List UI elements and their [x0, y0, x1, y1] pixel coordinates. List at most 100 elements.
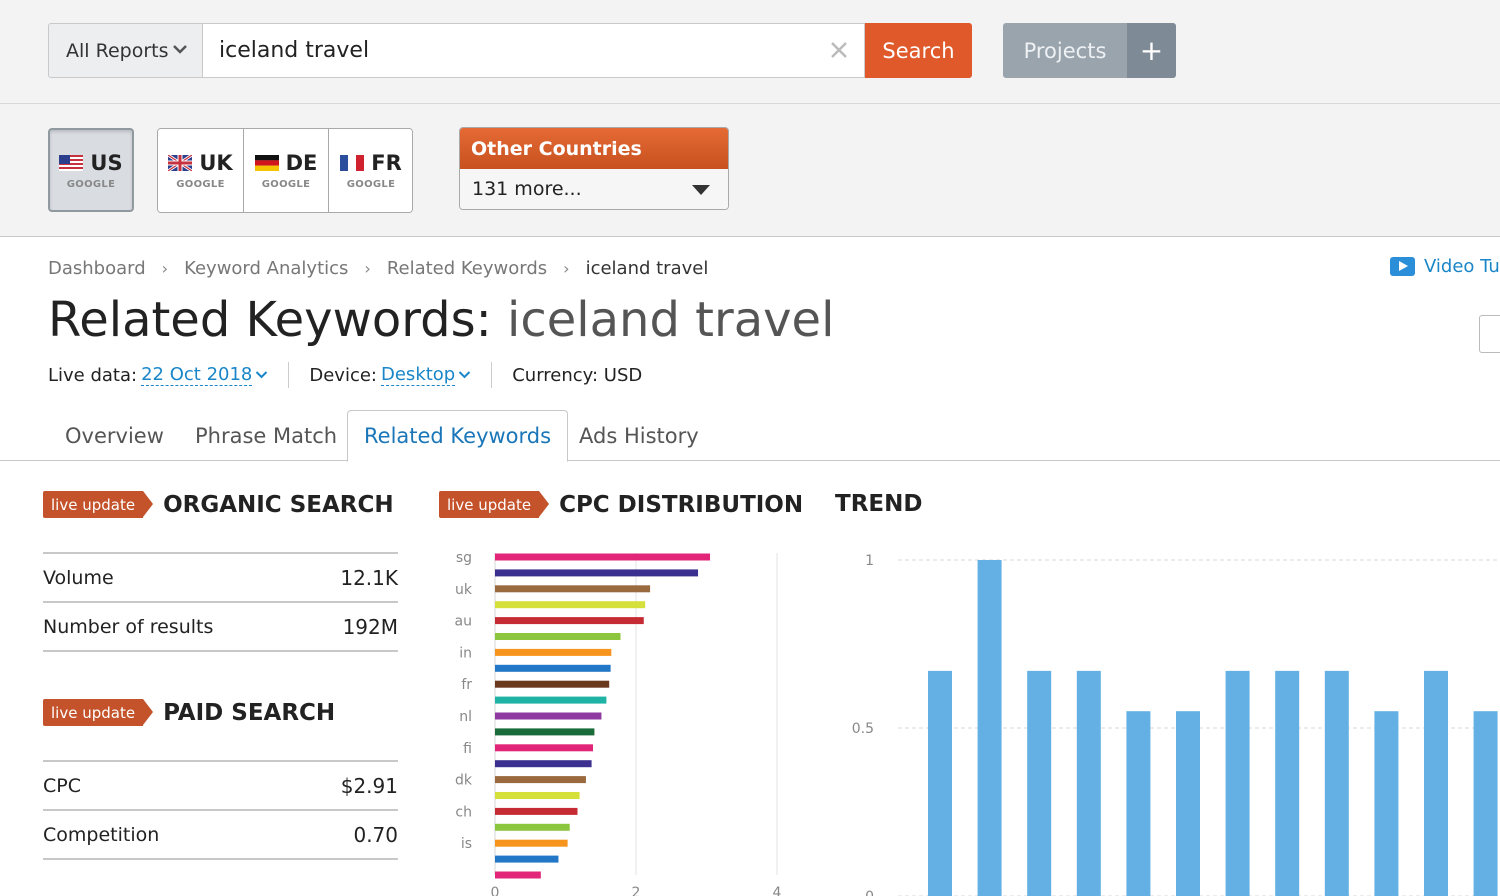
tab-phrase-match[interactable]: Phrase Match: [195, 410, 337, 461]
projects-button[interactable]: Projects: [1003, 23, 1127, 78]
cpc-bar: [495, 728, 595, 736]
x-tick-label: 4: [773, 885, 782, 896]
paid-search-title: PAID SEARCH: [163, 699, 336, 726]
tab-related-keywords[interactable]: Related Keywords: [347, 410, 569, 462]
cpc-bar: [495, 633, 621, 640]
other-countries-dropdown[interactable]: Other Countries 131 more...: [459, 127, 729, 210]
other-countries-select[interactable]: 131 more...: [460, 169, 728, 209]
stat-row-volume: Volume 12.1K: [43, 554, 398, 603]
cpc-bar: [495, 664, 611, 672]
trend-bar: [1473, 711, 1498, 896]
cpc-bar: [495, 553, 711, 561]
breadcrumb-separator-icon: ›: [563, 259, 570, 278]
cpc-distribution-chart: 0 2 4 sg uk au in fr nl fi dk ch is: [455, 550, 782, 896]
country-group: UK GOOGLE DE GOOGLE FR GOOGLE: [157, 128, 413, 213]
video-tutorial-link[interactable]: Video Tu: [1390, 256, 1500, 277]
report-tabs: Overview Phrase Match Related Keywords A…: [0, 410, 1500, 462]
stat-row-competition: Competition 0.70: [43, 811, 398, 860]
stat-value: $2.91: [340, 773, 398, 798]
tab-ads-history[interactable]: Ads History: [579, 410, 699, 461]
top-search-bar: All Reports iceland travel Search Projec…: [0, 0, 1500, 104]
stat-label: CPC: [43, 774, 81, 797]
cpc-bar: [495, 696, 607, 704]
y-tick-label: dk: [455, 773, 473, 789]
y-tick-label: 0: [865, 889, 874, 896]
cpc-bar: [495, 601, 646, 609]
stat-label: Number of results: [43, 615, 214, 638]
de-flag-icon: [254, 155, 279, 171]
us-flag-icon: [59, 154, 84, 171]
breadcrumb-related-keywords[interactable]: Related Keywords: [387, 258, 547, 279]
country-us-button[interactable]: US GOOGLE: [48, 128, 134, 212]
report-meta: Live data: 22 Oct 2018 Device: Desktop C…: [48, 362, 642, 388]
search-button[interactable]: Search: [865, 23, 972, 78]
live-update-badge: live update: [439, 491, 550, 518]
breadcrumb-keyword-analytics[interactable]: Keyword Analytics: [184, 258, 348, 279]
live-update-badge: live update: [43, 699, 154, 726]
trend-title: TREND: [835, 491, 923, 517]
device-label: Device:: [309, 364, 377, 386]
trend-bar: [1176, 711, 1200, 896]
fr-flag-icon: [340, 155, 365, 171]
cpc-bar: [495, 792, 580, 799]
live-update-badge: live update: [43, 491, 154, 518]
cpc-bar: [495, 807, 578, 815]
reports-dropdown[interactable]: All Reports: [48, 23, 203, 78]
breadcrumb: Dashboard › Keyword Analytics › Related …: [48, 258, 708, 279]
trend-bar: [1225, 670, 1250, 896]
add-project-button[interactable]: +: [1127, 23, 1176, 78]
cpc-distribution-title: CPC DISTRIBUTION: [559, 491, 804, 518]
cpc-bar: [495, 855, 559, 863]
trend-bar: [977, 560, 1002, 896]
live-data-date-selector[interactable]: 22 Oct 2018: [141, 364, 253, 386]
side-panel-button[interactable]: [1479, 315, 1500, 353]
divider: [288, 362, 290, 388]
stat-label: Volume: [43, 566, 114, 589]
currency-label: Currency: USD: [512, 364, 643, 386]
uk-flag-icon: [168, 155, 193, 171]
clear-icon[interactable]: [828, 39, 850, 61]
engine-label: GOOGLE: [261, 179, 311, 190]
country-de-button[interactable]: DE GOOGLE: [244, 129, 328, 212]
chevron-down-icon: [459, 371, 471, 379]
stat-label: Competition: [43, 823, 160, 846]
engine-label: GOOGLE: [66, 178, 116, 190]
y-tick-label: sg: [456, 550, 472, 566]
stat-value: 12.1K: [340, 565, 398, 590]
breadcrumb-separator-icon: ›: [364, 259, 371, 278]
database-selector: US GOOGLE UK GOOGLE DE GOOGLE FR GOOGLE …: [0, 104, 1500, 237]
y-tick-label: ch: [455, 804, 472, 820]
engine-label: GOOGLE: [176, 179, 225, 190]
country-code: US: [90, 150, 123, 175]
trend-bar: [1027, 670, 1052, 896]
search-input[interactable]: iceland travel: [203, 23, 865, 78]
country-code: DE: [285, 151, 318, 175]
live-data-label: Live data:: [48, 364, 138, 386]
paid-stats-table: CPC $2.91 Competition 0.70: [43, 760, 398, 860]
page-title: Related Keywords: iceland travel: [48, 292, 834, 348]
y-tick-label: uk: [455, 582, 473, 598]
y-tick-label: au: [455, 614, 472, 630]
trend-header: TREND: [835, 491, 922, 517]
trend-bar: [1424, 670, 1448, 896]
tab-overview[interactable]: Overview: [65, 410, 164, 461]
country-uk-button[interactable]: UK GOOGLE: [158, 129, 243, 212]
search-query: iceland travel: [219, 38, 370, 63]
y-tick-label: nl: [459, 709, 472, 725]
cpc-bar: [495, 617, 644, 625]
engine-label: GOOGLE: [346, 179, 396, 190]
cpc-bar: [495, 648, 612, 656]
other-countries-value: 131 more...: [472, 178, 582, 200]
country-code: UK: [199, 151, 233, 175]
breadcrumb-dashboard[interactable]: Dashboard: [48, 258, 146, 279]
device-selector[interactable]: Desktop: [381, 364, 456, 386]
y-tick-label: in: [459, 645, 472, 661]
stat-row-cpc: CPC $2.91: [43, 762, 398, 811]
y-tick-label: fr: [461, 677, 472, 693]
cpc-bar: [495, 839, 568, 847]
cpc-bar: [495, 823, 570, 831]
trend-chart: 10.50: [852, 553, 1498, 896]
organic-search-title: ORGANIC SEARCH: [163, 491, 394, 518]
x-tick-label: 2: [632, 885, 641, 896]
country-fr-button[interactable]: FR GOOGLE: [329, 129, 412, 212]
